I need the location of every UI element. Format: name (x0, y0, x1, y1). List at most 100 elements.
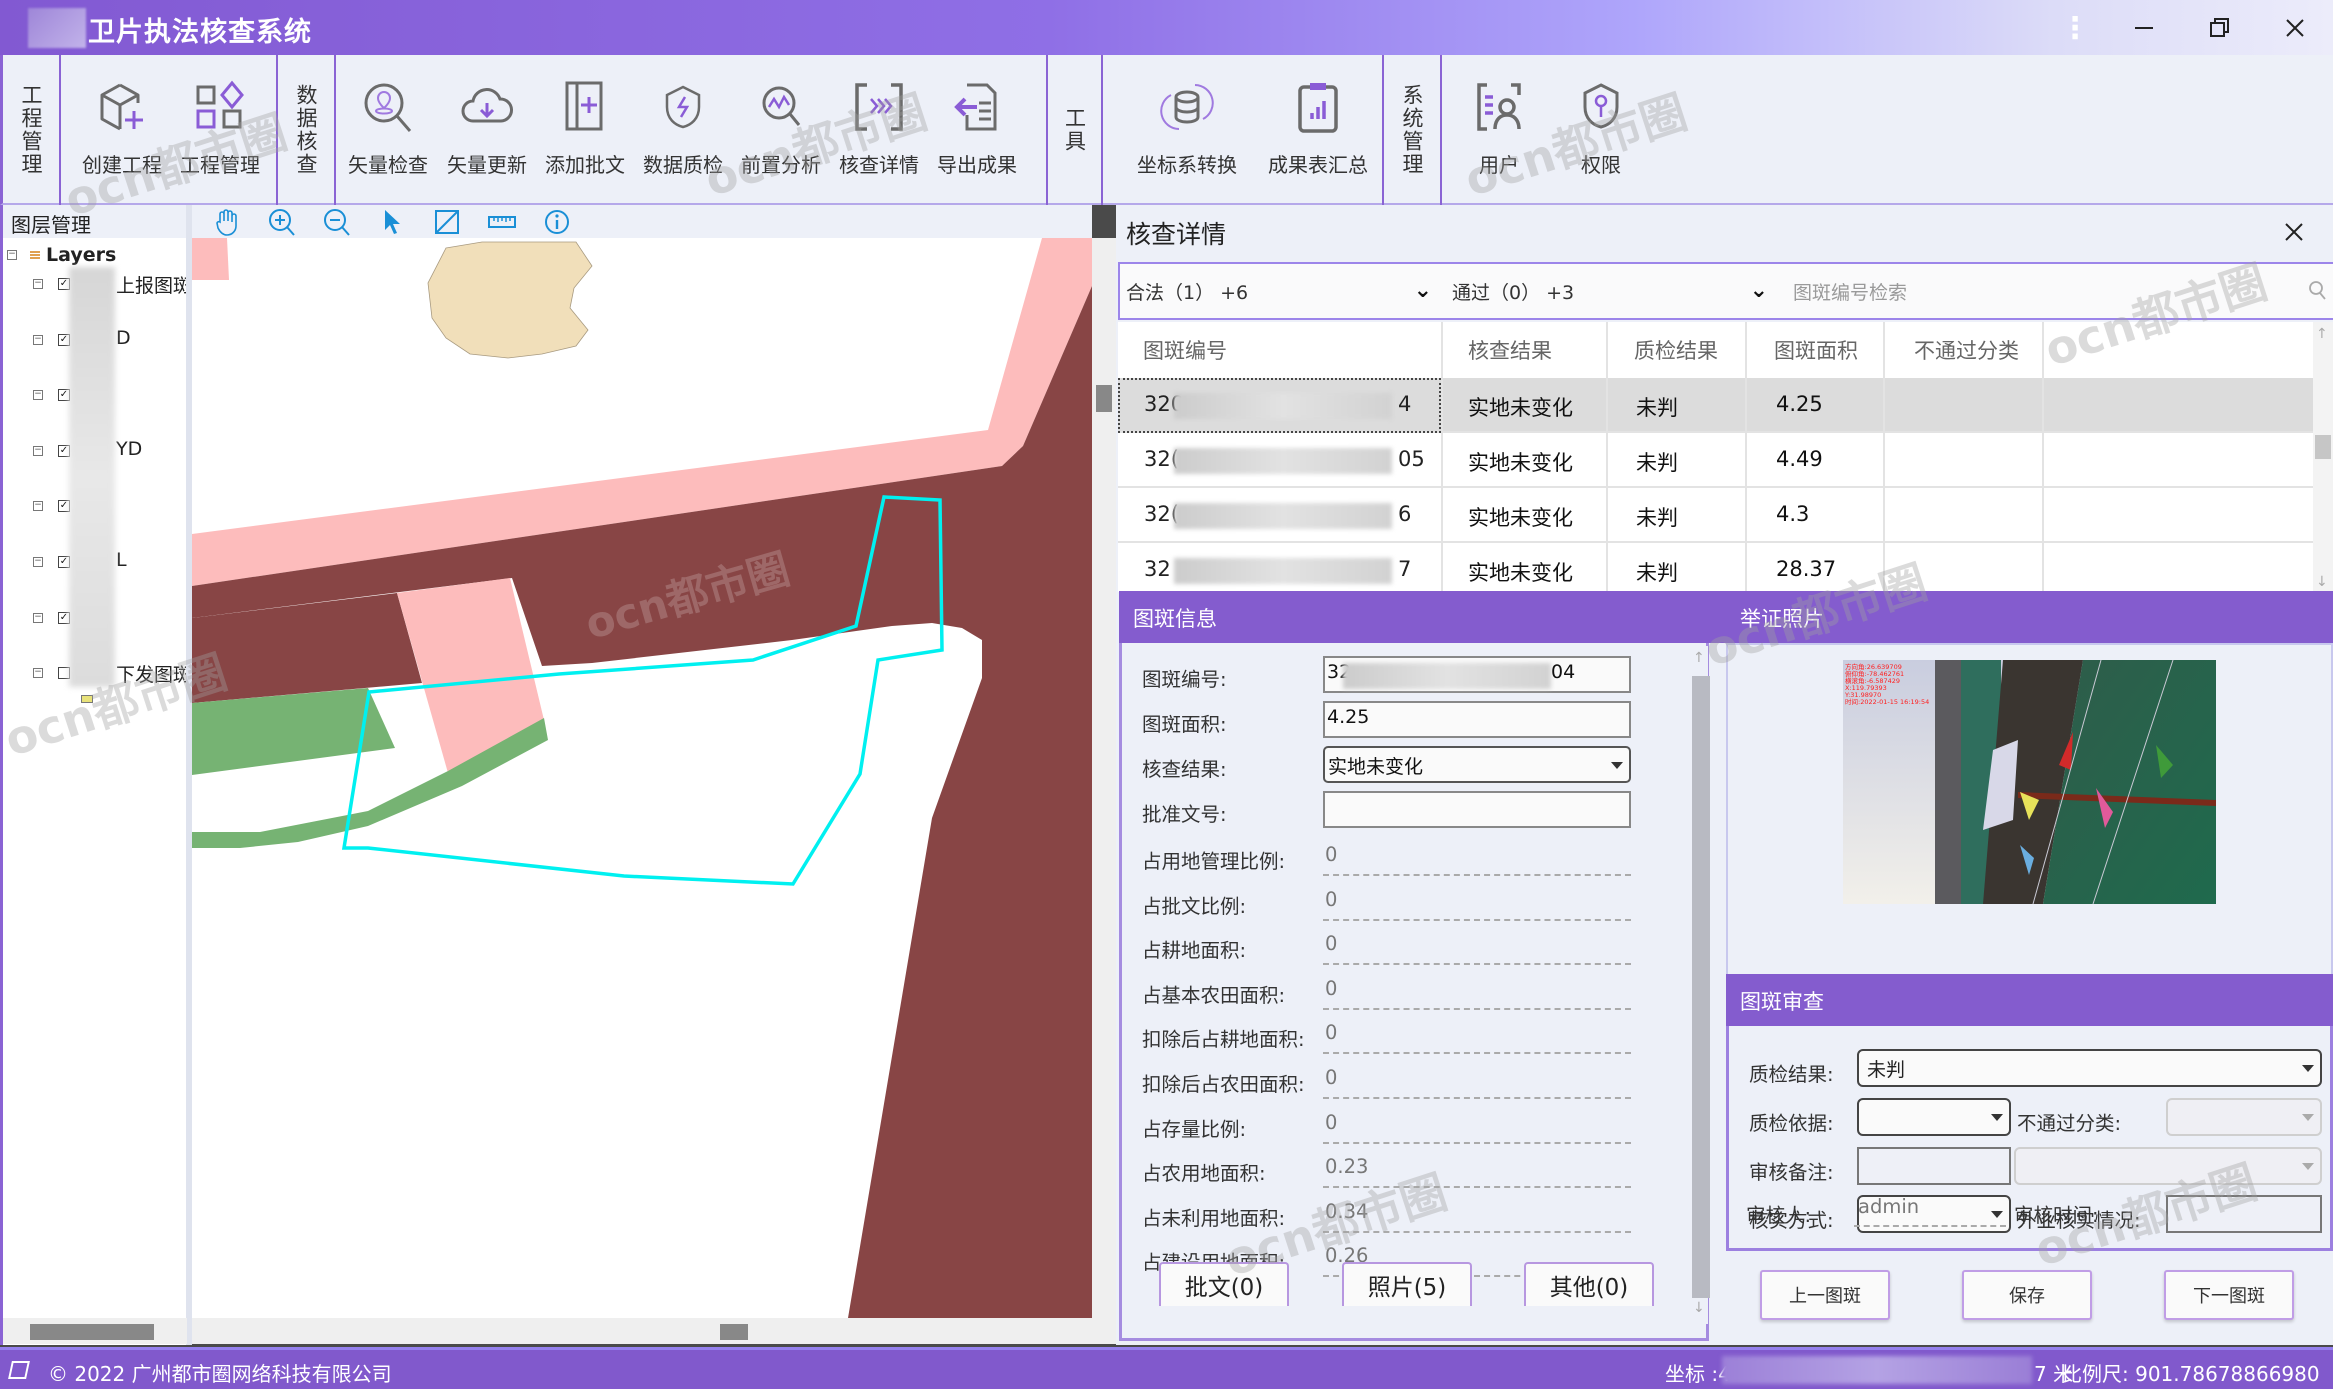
vector-check-button[interactable]: 矢量检查 (339, 73, 437, 193)
cell-id-suffix: 05 (1398, 447, 1425, 471)
legality-filter-dropdown[interactable]: 合法（1） +6 ⌄ (1122, 268, 1442, 318)
map-vscroll-thumb[interactable] (1096, 385, 1112, 412)
zoom-out-tool[interactable] (322, 208, 354, 238)
collapse-icon[interactable]: − (33, 445, 43, 456)
vector-update-button[interactable]: 矢量更新 (438, 73, 536, 193)
analysis-search-icon (762, 86, 801, 126)
create-project-button[interactable]: 创建工程 (73, 73, 171, 193)
table-scroll-thumb[interactable] (2315, 435, 2331, 459)
column-header-result[interactable]: 核查结果 (1468, 322, 1552, 378)
measure-ruler-icon (488, 216, 516, 228)
collapse-icon[interactable]: − (33, 668, 43, 679)
approval-docs-button[interactable]: 批文(0) (1159, 1262, 1289, 1306)
map-search-icon (364, 83, 412, 132)
parcel-id-field[interactable]: 32 04 (1323, 656, 1631, 693)
parcel-id-search-input[interactable] (1787, 268, 2333, 318)
full-extent-tool[interactable] (432, 208, 464, 238)
collapse-icon[interactable]: − (33, 612, 43, 623)
data-qc-button[interactable]: 数据质检 (634, 73, 732, 193)
map-horizontal-scrollbar[interactable] (192, 1318, 1116, 1344)
copyright-text: © 2022 广州都市圈网络科技有限公司 (48, 1362, 392, 1386)
next-parcel-button[interactable]: 下一图斑 (2164, 1270, 2294, 1320)
readonly-field-label: 占农用地面积: (1142, 1162, 1266, 1186)
group-label-tools: 工具 (1048, 55, 1103, 205)
collapse-icon[interactable]: − (33, 557, 43, 567)
scroll-up-arrow-icon[interactable]: ↑ (1693, 650, 1705, 666)
collapse-icon[interactable]: − (33, 390, 43, 401)
select-tool[interactable] (377, 208, 409, 238)
save-button[interactable]: 保存 (1962, 1270, 2092, 1320)
parcel-area-field[interactable]: 4.25 (1323, 701, 1631, 738)
detail-panel-title: 核查详情 (1126, 220, 1227, 249)
other-attachments-button[interactable]: 其他(0) (1524, 1262, 1654, 1306)
redacted-layer-names (69, 267, 115, 687)
group-label-system: 系统管理 (1384, 55, 1442, 205)
info-icon (545, 210, 569, 234)
previous-parcel-button[interactable]: 上一图斑 (1760, 1270, 1890, 1320)
check-result-select[interactable]: 实地未变化 (1323, 746, 1631, 783)
table-row[interactable]: 32 7 实地未变化 未判 28.37 (1118, 543, 2313, 592)
ribbon-toolbar: 工程管理 创建工程 工程管理 数据核查 矢量检查 矢量更新 添加批文 数据质检 (0, 55, 2333, 205)
collapse-icon[interactable]: − (33, 501, 43, 512)
close-window-button[interactable] (2265, 8, 2325, 48)
column-header-qc[interactable]: 质检结果 (1634, 322, 1718, 378)
layer-name: 下发图斑 (116, 664, 193, 687)
column-divider (1745, 322, 1747, 592)
export-icon (954, 83, 997, 131)
fail-class-select[interactable] (2166, 1098, 2322, 1136)
pre-analysis-button[interactable]: 前置分析 (732, 73, 830, 193)
search-icon[interactable] (2308, 280, 2328, 302)
evidence-photo[interactable]: 方向角:26.639709 俯仰角:-78.462761 横滚角:-6.5874… (1843, 660, 2216, 904)
map-canvas[interactable]: ocn都市圈 (192, 238, 1092, 1318)
export-results-button[interactable]: 导出成果 (928, 73, 1026, 193)
detail-close-button[interactable] (2283, 217, 2305, 250)
column-header-area[interactable]: 图斑面积 (1774, 322, 1858, 378)
approval-number-field[interactable] (1323, 791, 1631, 828)
result-summary-button[interactable]: 成果表汇总 (1258, 73, 1378, 193)
zoom-in-tool[interactable] (267, 208, 299, 238)
readonly-field-value: 0 (1323, 1066, 1631, 1099)
column-header-fail-class[interactable]: 不通过分类 (1914, 322, 2019, 378)
table-row[interactable]: 320 4 实地未变化 未判 4.25 (1118, 378, 2313, 433)
more-options-button[interactable]: ⋮ (2045, 8, 2105, 48)
permission-button[interactable]: 权限 (1552, 73, 1650, 193)
scroll-up-arrow-icon[interactable]: ↑ (2316, 326, 2328, 342)
collapse-icon[interactable]: − (33, 279, 43, 289)
qc-result-select[interactable]: 未判 (1857, 1049, 2322, 1087)
cell-qc-result: 未判 (1636, 451, 1678, 475)
table-row[interactable]: 32(6 实地未变化 未判 4.3 (1118, 488, 2313, 543)
pass-filter-dropdown[interactable]: 通过（0） +3 ⌄ (1448, 268, 1778, 318)
crs-convert-button[interactable]: 坐标系转换 (1127, 73, 1247, 193)
scroll-down-arrow-icon[interactable]: ↓ (1693, 1300, 1705, 1316)
collapse-icon[interactable]: − (7, 250, 17, 260)
fail-subclass-select[interactable] (2014, 1147, 2322, 1185)
readonly-field-value: 0 (1323, 888, 1631, 921)
minimize-button[interactable] (2114, 8, 2174, 48)
scroll-down-arrow-icon[interactable]: ↓ (2316, 574, 2328, 590)
close-icon (2286, 19, 2304, 37)
field-verify-status-input[interactable] (2166, 1195, 2322, 1233)
measure-tool[interactable] (487, 208, 519, 238)
map-hscroll-thumb[interactable] (720, 1324, 748, 1340)
readonly-field-label: 扣除后占农田面积: (1142, 1073, 1305, 1096)
layer-root[interactable]: − Layers (3, 240, 188, 270)
user-button[interactable]: 用户 (1450, 73, 1548, 193)
pan-tool[interactable] (212, 208, 244, 238)
layer-scroll-thumb[interactable] (30, 1324, 154, 1340)
info-scroll-thumb[interactable] (1692, 676, 1710, 1298)
readonly-field-label: 占基本农田面积: (1142, 983, 1286, 1007)
identify-tool[interactable] (542, 208, 574, 238)
collapse-icon[interactable]: − (33, 334, 43, 345)
table-row[interactable]: 32(05 实地未变化 未判 4.49 (1118, 433, 2313, 488)
restore-button[interactable] (2190, 8, 2250, 48)
project-manage-button[interactable]: 工程管理 (171, 73, 269, 193)
check-detail-button[interactable]: 核查详情 (830, 73, 928, 193)
column-header-id[interactable]: 图斑编号 (1143, 322, 1227, 378)
pan-hand-icon (216, 209, 237, 236)
photos-button[interactable]: 照片(5) (1342, 1262, 1472, 1306)
map-svg[interactable]: ocn都市圈 (192, 238, 1092, 1318)
app-title: 卫片执法核查系统 (88, 17, 312, 48)
add-approval-button[interactable]: 添加批文 (536, 73, 634, 193)
qc-basis-select[interactable] (1857, 1098, 2011, 1136)
review-remark-input[interactable] (1857, 1147, 2011, 1185)
